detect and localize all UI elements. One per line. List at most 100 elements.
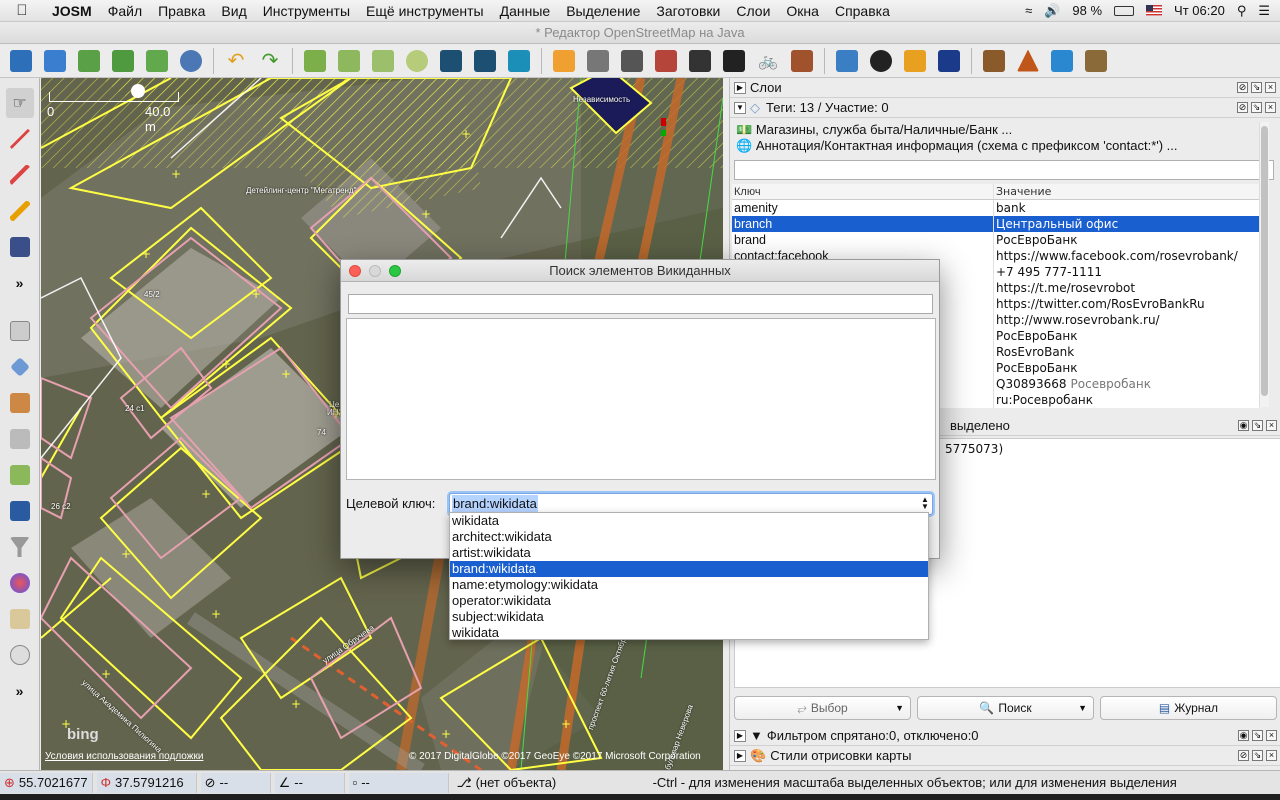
search-selection-button[interactable]: 🔍 Поиск ▼ bbox=[917, 696, 1094, 720]
pin-icon[interactable]: ⇘ bbox=[1252, 750, 1263, 761]
preset-hotel-button[interactable] bbox=[832, 47, 862, 75]
eye-icon[interactable]: ◉ bbox=[1238, 730, 1249, 741]
preset-info-button[interactable] bbox=[934, 47, 964, 75]
zoom-to-selection-button[interactable] bbox=[334, 47, 364, 75]
expand-icon[interactable]: ▶ bbox=[734, 81, 746, 94]
preset-water-button[interactable] bbox=[1047, 47, 1077, 75]
target-key-option[interactable]: operator:wikidata bbox=[450, 593, 928, 609]
menu-help[interactable]: Справка bbox=[827, 3, 898, 19]
pin-icon[interactable]: ⇘ bbox=[1251, 102, 1262, 113]
clock[interactable]: Чт 06:20 bbox=[1174, 3, 1225, 18]
tag-row[interactable]: amenity bank bbox=[732, 200, 1259, 216]
heading-field[interactable]: ⊘ -- bbox=[200, 772, 271, 793]
close-window-button[interactable] bbox=[349, 265, 361, 277]
tag-value[interactable]: bank bbox=[994, 200, 1259, 216]
tag-value[interactable]: http://www.rosevrobank.ru/ bbox=[994, 312, 1259, 328]
preset-bus-button[interactable] bbox=[719, 47, 749, 75]
spotlight-search-icon[interactable]: ⚲ bbox=[1237, 3, 1247, 19]
tag-value[interactable]: RosEvroBank bbox=[994, 344, 1259, 360]
volume-icon[interactable]: 🔊 bbox=[1044, 3, 1060, 19]
wikipedia-toggle-button[interactable] bbox=[6, 640, 34, 670]
menu-view[interactable]: Вид bbox=[213, 3, 254, 19]
imagery-terms-link[interactable]: Условия использования подложки bbox=[45, 751, 203, 762]
imagery-button[interactable] bbox=[436, 47, 466, 75]
tag-key[interactable]: amenity bbox=[732, 200, 994, 216]
wikidata-search-input[interactable] bbox=[348, 294, 933, 314]
menu-tools[interactable]: Инструменты bbox=[255, 3, 358, 19]
zoom-window-button[interactable] bbox=[389, 265, 401, 277]
building-tool-button[interactable] bbox=[6, 232, 34, 262]
tag-value[interactable]: РосЕвроБанк bbox=[994, 360, 1259, 376]
pin-icon[interactable]: ⇘ bbox=[1252, 420, 1263, 431]
tag-row[interactable]: branch Центральный офис bbox=[732, 216, 1259, 232]
preset-castle-button[interactable] bbox=[1081, 47, 1111, 75]
tag-value[interactable]: https://twitter.com/RosEvroBankRu bbox=[994, 296, 1259, 312]
more-modes-button[interactable]: » bbox=[6, 268, 34, 298]
improve-way-button[interactable] bbox=[6, 160, 34, 190]
tag-key[interactable]: branch bbox=[732, 216, 994, 232]
expand-icon[interactable]: ▶ bbox=[734, 749, 746, 762]
download-button[interactable] bbox=[74, 47, 104, 75]
preset-bicycle-button[interactable]: 🚲 bbox=[753, 47, 783, 75]
preset-railway-button[interactable] bbox=[787, 47, 817, 75]
column-value-header[interactable]: Значение bbox=[994, 184, 1259, 199]
tag-value[interactable]: РосЕвроБанк bbox=[994, 232, 1259, 248]
select-button[interactable]: ⥂ Выбор ▼ bbox=[734, 696, 911, 720]
target-key-option[interactable]: subject:wikidata bbox=[450, 609, 928, 625]
layers-toggle-button[interactable] bbox=[6, 316, 34, 346]
notes-toggle-button[interactable] bbox=[6, 496, 34, 526]
dropdown-arrow-icon[interactable]: ▼ bbox=[1078, 703, 1087, 713]
target-key-option[interactable]: artist:wikidata bbox=[450, 545, 928, 561]
search-button[interactable] bbox=[402, 47, 432, 75]
dropdown-arrow-icon[interactable]: ▼ bbox=[895, 703, 904, 713]
battery-percent[interactable]: 98 % bbox=[1072, 3, 1102, 18]
reset-icon[interactable]: ⊘ bbox=[1237, 82, 1248, 93]
draw-mode-button[interactable] bbox=[6, 124, 34, 154]
tags-toggle-button[interactable] bbox=[6, 352, 34, 382]
menu-more-tools[interactable]: Ещё инструменты bbox=[358, 3, 492, 19]
commands-toggle-button[interactable] bbox=[6, 460, 34, 490]
menu-edit[interactable]: Правка bbox=[150, 3, 213, 19]
menu-data[interactable]: Данные bbox=[492, 3, 559, 19]
tag-value[interactable]: ru:Росевробанк bbox=[994, 392, 1259, 408]
bing-button[interactable] bbox=[504, 47, 534, 75]
tag-row[interactable]: brand РосЕвроБанк bbox=[732, 232, 1259, 248]
parallel-mode-button[interactable] bbox=[6, 196, 34, 226]
expand-icon[interactable]: ▶ bbox=[734, 729, 746, 742]
wikidata-results-list[interactable] bbox=[346, 318, 936, 480]
close-icon[interactable]: × bbox=[1266, 750, 1277, 761]
more-dialogs-button[interactable]: » bbox=[6, 676, 34, 706]
pin-icon[interactable]: ⇘ bbox=[1251, 82, 1262, 93]
tag-filter-input[interactable] bbox=[734, 160, 1274, 180]
eye-icon[interactable]: ◉ bbox=[1238, 420, 1249, 431]
longitude-field[interactable]: Φ 37.5791216 bbox=[96, 772, 197, 793]
select-mode-button[interactable]: ☞ bbox=[5, 88, 34, 118]
menu-presets[interactable]: Заготовки bbox=[648, 3, 728, 19]
filter-toggle-button[interactable] bbox=[6, 532, 34, 562]
filter-panel-header[interactable]: ▶ ▼ Фильтром спрятано:0, отключено:0 ◉ ⇘ × bbox=[730, 726, 1280, 746]
upload-button[interactable] bbox=[142, 47, 172, 75]
download-in-view-button[interactable] bbox=[108, 47, 138, 75]
zoom-slider-knob[interactable] bbox=[131, 84, 145, 98]
relations-toggle-button[interactable] bbox=[6, 424, 34, 454]
tag-value[interactable]: Центральный офис bbox=[994, 216, 1259, 232]
close-icon[interactable]: × bbox=[1265, 102, 1276, 113]
layers-panel-header[interactable]: ▶ Слои ⊘ ⇘ × bbox=[730, 78, 1280, 98]
preset-barrier-button[interactable] bbox=[651, 47, 681, 75]
wms-tms-button[interactable] bbox=[368, 47, 398, 75]
minimize-window-button[interactable] bbox=[369, 265, 381, 277]
close-icon[interactable]: × bbox=[1266, 730, 1277, 741]
reset-icon[interactable]: ⊘ bbox=[1237, 102, 1248, 113]
target-key-option[interactable]: name:etymology:wikidata bbox=[450, 577, 928, 593]
zoom-to-data-button[interactable] bbox=[300, 47, 330, 75]
dialog-titlebar[interactable]: Поиск элементов Викиданных bbox=[341, 260, 939, 282]
combobox-arrows-icon[interactable]: ▲ ▼ bbox=[920, 496, 930, 511]
validator-toggle-button[interactable] bbox=[6, 604, 34, 634]
apple-icon[interactable]:  bbox=[0, 2, 44, 19]
app-menu-josm[interactable]: JOSM bbox=[44, 3, 100, 19]
target-key-option[interactable]: architect:wikidata bbox=[450, 529, 928, 545]
distance-field[interactable]: ▫ -- bbox=[348, 772, 449, 793]
wifi-icon[interactable]: ≈ bbox=[1025, 3, 1032, 18]
reset-icon[interactable]: ⊘ bbox=[1238, 750, 1249, 761]
close-icon[interactable]: × bbox=[1265, 82, 1276, 93]
